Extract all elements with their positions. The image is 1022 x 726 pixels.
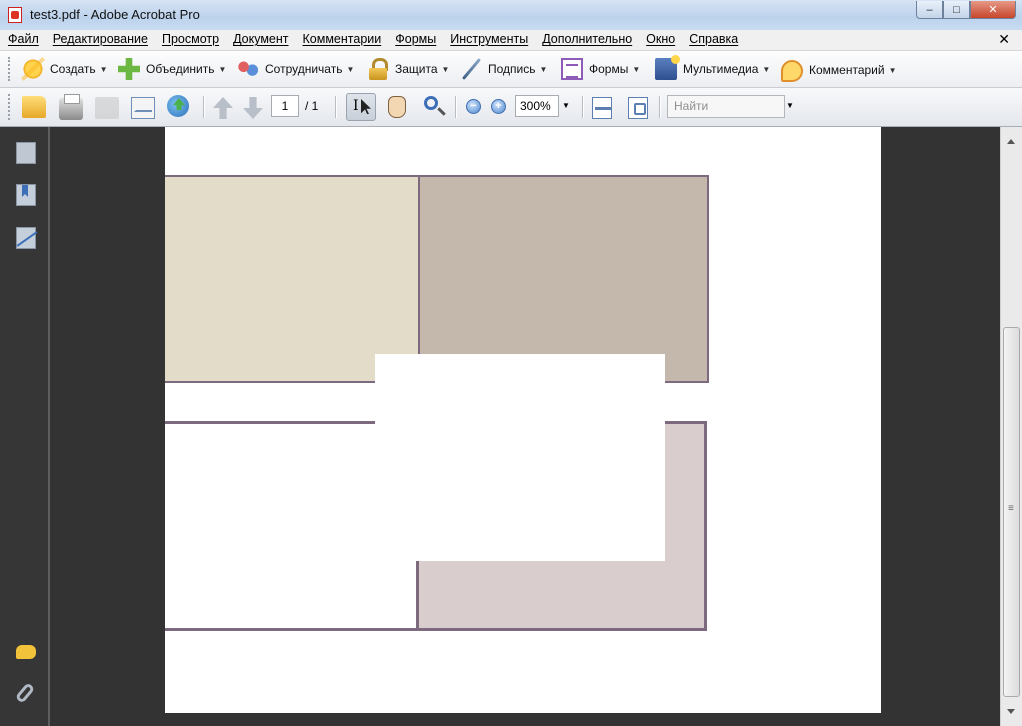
menu-advanced[interactable]: Дополнительно [542, 32, 632, 46]
chevron-down-icon: ▼ [346, 64, 355, 74]
navigation-panel [0, 127, 50, 726]
close-window-button[interactable]: ✕ [970, 1, 1016, 19]
multimedia-label: Мультимедиа [683, 62, 759, 76]
collaborate-button[interactable]: Сотрудничать ▼ [237, 58, 354, 80]
tasks-toolbar: Создать ▼ Объединить ▼ Сотрудничать ▼ Защит… [0, 51, 1022, 88]
chevron-down-icon: ▼ [539, 64, 548, 74]
forms-label: Формы [589, 62, 629, 76]
beige-panel [165, 175, 421, 383]
sign-button[interactable]: Подпись ▼ [460, 58, 547, 80]
protect-label: Защита [395, 62, 438, 76]
bookmarks-panel-icon[interactable] [16, 184, 36, 206]
open-folder-icon[interactable] [22, 96, 46, 118]
scroll-up-icon[interactable] [1007, 139, 1015, 144]
toolbar-grip[interactable] [8, 57, 13, 81]
menu-edit[interactable]: Редактирование [53, 32, 148, 46]
menu-file[interactable]: Файл [8, 32, 39, 46]
protect-button[interactable]: Защита ▼ [367, 58, 449, 80]
window-title: test3.pdf - Adobe Acrobat Pro [30, 7, 200, 22]
create-button[interactable]: Создать ▼ [22, 58, 108, 80]
forms-button[interactable]: Формы ▼ [561, 58, 640, 80]
comments-panel-icon[interactable] [16, 645, 36, 659]
combine-button[interactable]: Объединить ▼ [118, 58, 226, 80]
toolbar-separator [335, 96, 336, 118]
toolbar-grip[interactable] [8, 94, 13, 120]
minimize-button[interactable]: – [916, 1, 943, 19]
maximize-button[interactable]: □ [943, 1, 970, 19]
create-icon [22, 58, 44, 80]
collaborate-icon [237, 58, 259, 80]
lock-icon [367, 58, 389, 80]
find-input[interactable]: Найти [667, 95, 785, 118]
zoom-out-icon[interactable]: − [466, 99, 481, 114]
hand-tool-icon[interactable] [388, 96, 406, 118]
combine-icon [118, 58, 140, 80]
acrobat-app-icon[interactable] [8, 7, 22, 23]
fit-page-icon[interactable] [628, 97, 648, 119]
chevron-down-icon: ▼ [441, 64, 450, 74]
taupe-panel [418, 175, 709, 383]
chevron-down-icon: ▼ [218, 64, 227, 74]
document-area[interactable] [50, 127, 1000, 726]
email-icon[interactable] [131, 97, 155, 119]
pen-icon [460, 58, 482, 80]
total-pages: / 1 [305, 99, 319, 113]
menu-document[interactable]: Документ [233, 32, 288, 46]
marquee-zoom-icon[interactable] [424, 96, 438, 110]
print-icon[interactable] [59, 94, 83, 120]
close-document-icon[interactable]: ✕ [998, 31, 1010, 48]
comment-label: Комментарий [809, 63, 885, 77]
toolbar-separator [582, 96, 583, 118]
zoom-in-icon[interactable]: + [491, 99, 506, 114]
chevron-down-icon: ▼ [888, 65, 897, 75]
save-icon[interactable] [95, 97, 119, 119]
menu-view[interactable]: Просмотр [162, 32, 219, 46]
select-tool-icon[interactable] [346, 93, 376, 121]
forms-icon [561, 58, 583, 80]
collaborate-label: Сотрудничать [265, 62, 343, 76]
menu-tools[interactable]: Инструменты [450, 32, 528, 46]
signatures-panel-icon[interactable] [16, 227, 36, 249]
menu-forms[interactable]: Формы [395, 32, 436, 46]
comment-icon [781, 60, 803, 82]
chevron-down-icon: ▼ [632, 64, 641, 74]
scroll-down-icon[interactable] [1007, 709, 1015, 714]
vertical-scrollbar[interactable] [1000, 127, 1022, 726]
toolbar-separator [455, 96, 456, 118]
window-controls: – □ ✕ [916, 1, 1016, 19]
scrollbar-thumb[interactable] [1003, 327, 1020, 697]
zoom-dropdown-icon[interactable]: ▼ [562, 101, 570, 110]
comment-button[interactable]: Комментарий ▼ [781, 58, 897, 82]
menu-comments[interactable]: Комментарии [303, 32, 382, 46]
title-bar: test3.pdf - Adobe Acrobat Pro – □ ✕ [0, 0, 1022, 31]
toolbar-separator [659, 96, 660, 118]
pages-panel-icon[interactable] [16, 139, 36, 164]
chevron-down-icon: ▼ [762, 64, 771, 74]
multimedia-icon [655, 55, 680, 80]
page-number-input[interactable]: 1 [271, 95, 299, 117]
white-overlay-block [375, 354, 665, 561]
sign-label: Подпись [488, 62, 536, 76]
zoom-level-input[interactable]: 300% [515, 95, 559, 117]
toolbar-separator [203, 96, 204, 118]
menu-bar: Файл Редактирование Просмотр Документ Ко… [0, 30, 1022, 51]
pdf-page [165, 127, 881, 713]
fit-width-icon[interactable] [592, 97, 612, 119]
upload-web-icon[interactable] [167, 95, 189, 117]
menu-help[interactable]: Справка [689, 32, 738, 46]
chevron-down-icon: ▼ [99, 64, 108, 74]
create-label: Создать [50, 62, 96, 76]
find-dropdown-icon[interactable]: ▼ [786, 101, 794, 110]
combine-label: Объединить [146, 62, 215, 76]
multimedia-button[interactable]: Мультимедиа ▼ [655, 55, 771, 80]
menu-window[interactable]: Окно [646, 32, 675, 46]
attachments-panel-icon[interactable] [14, 682, 36, 704]
